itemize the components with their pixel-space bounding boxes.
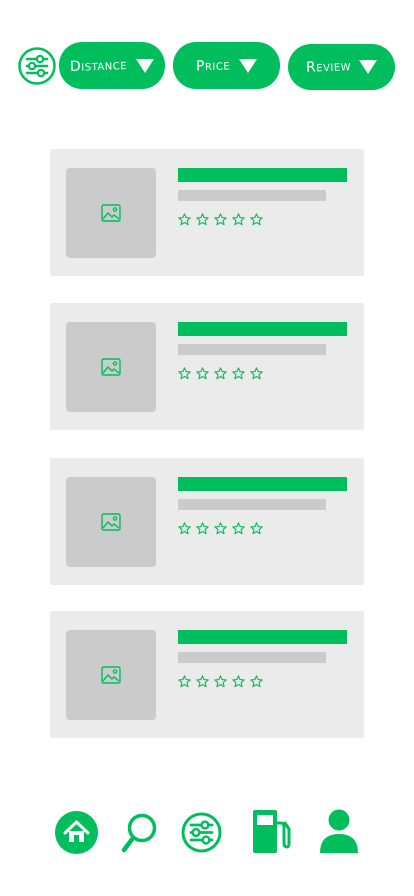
star-icon[interactable] <box>214 367 227 380</box>
star-icon[interactable] <box>232 367 245 380</box>
search-icon <box>121 813 157 853</box>
star-rating[interactable] <box>178 213 263 226</box>
result-card[interactable] <box>50 458 364 585</box>
star-icon[interactable] <box>178 522 191 535</box>
star-icon[interactable] <box>250 367 263 380</box>
result-card[interactable] <box>50 149 364 276</box>
star-icon[interactable] <box>178 367 191 380</box>
star-rating[interactable] <box>178 522 263 535</box>
filter-settings-icon[interactable] <box>18 47 56 85</box>
star-icon[interactable] <box>232 675 245 688</box>
image-icon <box>101 358 121 376</box>
distance-filter-label: Distance <box>70 56 128 75</box>
result-card[interactable] <box>50 611 364 738</box>
star-icon[interactable] <box>250 213 263 226</box>
chevron-down-icon <box>135 58 154 73</box>
subtitle-placeholder-bar <box>178 499 326 510</box>
image-placeholder <box>66 168 156 258</box>
user-icon <box>320 809 358 853</box>
star-icon[interactable] <box>232 522 245 535</box>
nav-filter-button[interactable] <box>181 812 222 853</box>
price-filter-button[interactable]: Price <box>173 42 280 89</box>
image-placeholder <box>66 630 156 720</box>
image-icon <box>101 513 121 531</box>
image-icon <box>101 204 121 222</box>
chevron-down-icon <box>359 60 378 74</box>
nav-profile-button[interactable] <box>320 809 358 854</box>
price-filter-label: Price <box>196 56 231 75</box>
fuel-pump-icon <box>253 810 291 853</box>
star-icon[interactable] <box>214 675 227 688</box>
review-filter-label: Review <box>305 58 352 76</box>
star-rating[interactable] <box>178 367 263 380</box>
filter-icon <box>181 812 222 853</box>
title-placeholder-bar <box>178 477 347 491</box>
star-icon[interactable] <box>196 213 209 226</box>
star-rating[interactable] <box>178 675 263 688</box>
star-icon[interactable] <box>178 213 191 226</box>
star-icon[interactable] <box>196 522 209 535</box>
title-placeholder-bar <box>178 168 347 182</box>
distance-filter-button[interactable]: Distance <box>59 42 165 89</box>
image-placeholder <box>66 477 156 567</box>
subtitle-placeholder-bar <box>178 344 326 355</box>
image-placeholder <box>66 322 156 412</box>
review-filter-button[interactable]: Review <box>288 44 395 90</box>
star-icon[interactable] <box>250 522 263 535</box>
image-icon <box>101 666 121 684</box>
nav-fuel-button[interactable] <box>251 809 291 854</box>
nav-home-button[interactable] <box>55 811 98 854</box>
star-icon[interactable] <box>178 675 191 688</box>
subtitle-placeholder-bar <box>178 652 326 663</box>
star-icon[interactable] <box>214 522 227 535</box>
star-icon[interactable] <box>196 367 209 380</box>
title-placeholder-bar <box>178 322 347 336</box>
nav-search-button[interactable] <box>121 813 159 854</box>
home-icon <box>55 811 98 854</box>
star-icon[interactable] <box>196 675 209 688</box>
subtitle-placeholder-bar <box>178 190 326 201</box>
star-icon[interactable] <box>232 213 245 226</box>
star-icon[interactable] <box>214 213 227 226</box>
title-placeholder-bar <box>178 630 347 644</box>
result-card[interactable] <box>50 303 364 430</box>
star-icon[interactable] <box>250 675 263 688</box>
chevron-down-icon <box>238 58 257 73</box>
